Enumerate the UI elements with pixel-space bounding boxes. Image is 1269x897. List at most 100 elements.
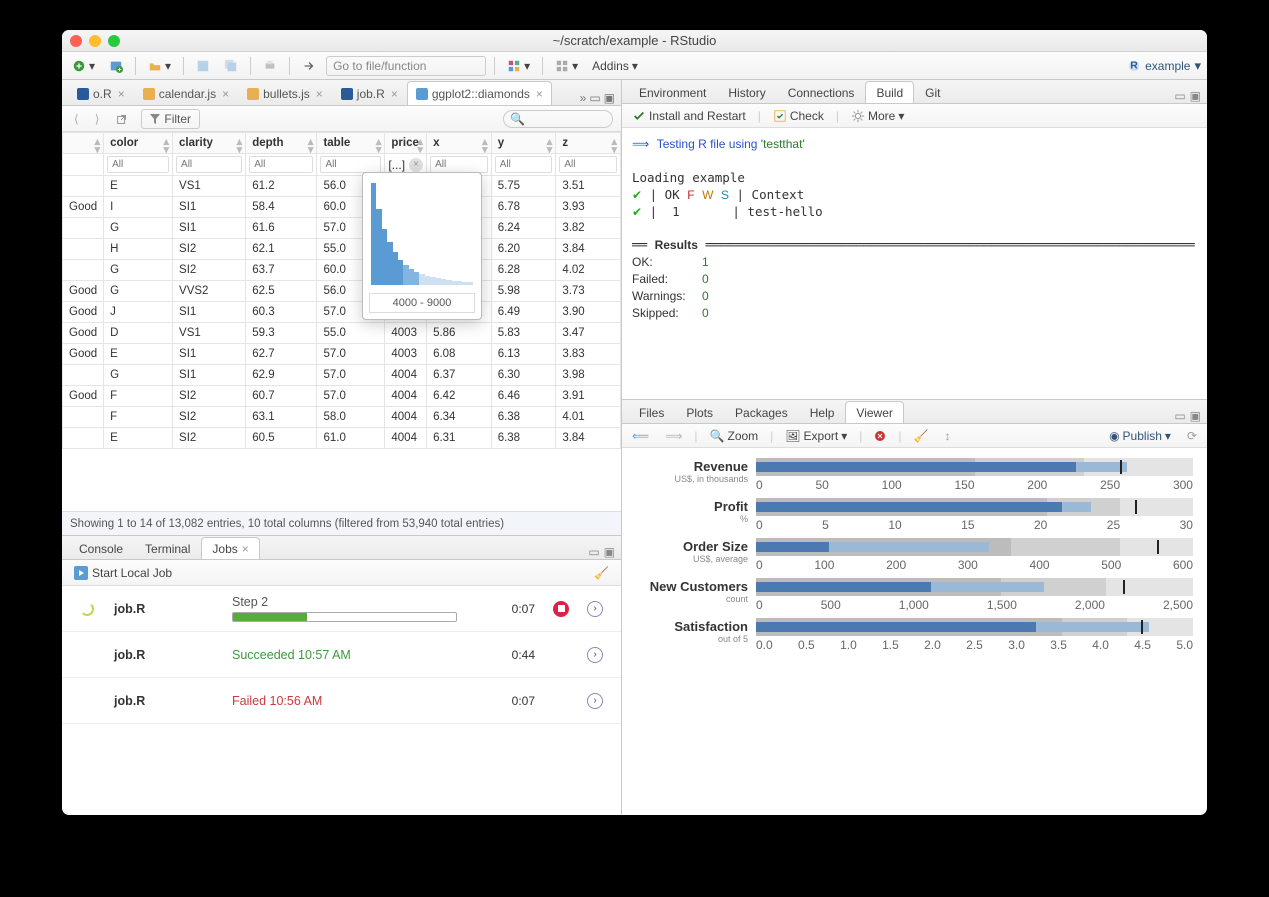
publish-button[interactable]: ◉ Publish ▾ xyxy=(1105,427,1175,445)
job-row[interactable]: job.RFailed 10:56 AM0:07› xyxy=(62,678,621,724)
sync-button[interactable]: ↕ xyxy=(940,427,954,445)
filter-button[interactable]: Filter xyxy=(141,109,200,129)
table-row[interactable]: GoodDVS159.355.040035.865.833.47 xyxy=(63,323,621,344)
table-row[interactable]: GSI162.957.040046.376.303.98 xyxy=(63,365,621,386)
table-row[interactable]: HSI262.155.06.203.84 xyxy=(63,239,621,260)
column-header[interactable]: z▴▾ xyxy=(556,133,621,154)
column-header[interactable]: clarity▴▾ xyxy=(173,133,246,154)
minimize-window-button[interactable] xyxy=(89,35,101,47)
close-icon[interactable]: × xyxy=(222,87,229,101)
tabs-overflow-button[interactable]: » xyxy=(580,91,587,105)
column-header[interactable]: x▴▾ xyxy=(427,133,492,154)
job-details-button[interactable]: › xyxy=(587,647,603,663)
table-row[interactable]: GoodGVVS262.556.05.983.73 xyxy=(63,281,621,302)
stop-job-button[interactable] xyxy=(553,601,569,617)
forward-button[interactable]: ⟩ xyxy=(91,110,104,128)
pane-tab[interactable]: Plots xyxy=(675,401,724,423)
editor-tab[interactable]: calendar.js× xyxy=(134,81,238,105)
open-file-button[interactable]: ▾ xyxy=(144,57,175,75)
back-button[interactable]: ⟸ xyxy=(628,427,653,445)
table-row[interactable]: GoodESI162.757.040036.086.133.83 xyxy=(63,344,621,365)
close-icon[interactable]: × xyxy=(391,87,398,101)
job-row[interactable]: job.RStep 20:07› xyxy=(62,586,621,632)
editor-tab[interactable]: job.R× xyxy=(332,81,407,105)
maximize-pane-button[interactable]: ▣ xyxy=(604,91,615,105)
table-row[interactable]: FSI263.158.040046.346.384.01 xyxy=(63,407,621,428)
remove-button[interactable] xyxy=(870,428,890,444)
panes-button[interactable]: ▾ xyxy=(551,57,582,75)
export-button[interactable]: 🖼 Export ▾ xyxy=(781,427,851,445)
job-details-button[interactable]: › xyxy=(587,693,603,709)
pane-tab[interactable]: Connections xyxy=(777,81,866,103)
minimize-pane-button[interactable]: ▭ xyxy=(1174,89,1185,103)
pane-tab[interactable]: Files xyxy=(628,401,675,423)
minimize-pane-button[interactable]: ▭ xyxy=(589,91,600,105)
close-icon[interactable]: × xyxy=(242,542,249,556)
price-filter-input[interactable]: [...]× xyxy=(388,158,423,172)
pane-tab[interactable]: Console xyxy=(68,537,134,559)
refresh-button[interactable]: ⟳ xyxy=(1183,427,1201,445)
pane-tab[interactable]: Help xyxy=(799,401,846,423)
table-row[interactable]: EVS161.256.05.753.51 xyxy=(63,176,621,197)
price-filter-popover[interactable]: 4000 - 9000 xyxy=(362,172,482,320)
column-filter-input[interactable] xyxy=(495,156,553,173)
minimize-pane-button[interactable]: ▭ xyxy=(1174,409,1185,423)
job-details-button[interactable]: › xyxy=(587,601,603,617)
column-header[interactable]: y▴▾ xyxy=(491,133,556,154)
more-button[interactable]: More ▾ xyxy=(847,107,908,125)
job-row[interactable]: job.RSucceeded 10:57 AM0:44› xyxy=(62,632,621,678)
table-row[interactable]: GSI161.657.06.243.82 xyxy=(63,218,621,239)
install-restart-button[interactable]: Install and Restart xyxy=(628,107,750,125)
table-row[interactable]: GoodFSI260.757.040046.426.463.91 xyxy=(63,386,621,407)
new-file-button[interactable]: ▾ xyxy=(68,57,99,75)
table-row[interactable]: GSI263.760.06.284.02 xyxy=(63,260,621,281)
close-icon[interactable]: × xyxy=(118,87,125,101)
column-header[interactable]: color▴▾ xyxy=(104,133,173,154)
pane-tab[interactable]: Packages xyxy=(724,401,799,423)
editor-tab[interactable]: o.R× xyxy=(68,81,134,105)
table-row[interactable]: ESI260.561.040046.316.383.84 xyxy=(63,428,621,449)
pane-tab[interactable]: Build xyxy=(865,81,914,103)
column-header[interactable]: table▴▾ xyxy=(317,133,385,154)
table-row[interactable]: GoodISI158.460.06.783.93 xyxy=(63,197,621,218)
column-header[interactable]: price▴▾ xyxy=(385,133,427,154)
addins-button[interactable]: Addins ▾ xyxy=(588,57,642,75)
column-filter-input[interactable] xyxy=(176,156,242,173)
data-grid[interactable]: ▴▾color▴▾clarity▴▾depth▴▾table▴▾price▴▾x… xyxy=(62,132,621,511)
new-project-button[interactable] xyxy=(105,57,127,75)
save-all-button[interactable] xyxy=(220,57,242,75)
pane-tab[interactable]: Jobs × xyxy=(201,537,259,559)
forward-button[interactable]: ⟹ xyxy=(661,427,686,445)
build-tools-button[interactable]: ▾ xyxy=(503,57,534,75)
close-icon[interactable]: × xyxy=(316,87,323,101)
back-button[interactable]: ⟨ xyxy=(70,110,83,128)
close-window-button[interactable] xyxy=(70,35,82,47)
pane-tab[interactable]: History xyxy=(717,81,776,103)
zoom-button[interactable]: 🔍 Zoom xyxy=(706,427,763,445)
start-job-button[interactable]: Start Local Job xyxy=(70,564,176,582)
clear-filter-button[interactable]: × xyxy=(409,158,423,172)
maximize-pane-button[interactable]: ▣ xyxy=(604,545,615,559)
project-menu[interactable]: R example ▾ xyxy=(1127,58,1201,74)
column-filter-input[interactable] xyxy=(249,156,313,173)
pane-tab[interactable]: Environment xyxy=(628,81,717,103)
editor-tab[interactable]: ggplot2::diamonds× xyxy=(407,81,552,105)
minimize-pane-button[interactable]: ▭ xyxy=(588,545,599,559)
column-filter-input[interactable] xyxy=(320,156,381,173)
search-input[interactable]: 🔍 xyxy=(503,110,613,128)
column-filter-input[interactable] xyxy=(430,156,488,173)
table-row[interactable]: GoodJSI160.357.040026.446.493.90 xyxy=(63,302,621,323)
zoom-window-button[interactable] xyxy=(108,35,120,47)
maximize-pane-button[interactable]: ▣ xyxy=(1190,409,1201,423)
clear-button[interactable]: 🧹 xyxy=(910,427,933,445)
popout-button[interactable] xyxy=(111,110,133,128)
goto-file-input[interactable]: Go to file/function xyxy=(326,56,486,76)
column-header[interactable]: depth▴▾ xyxy=(246,133,317,154)
print-button[interactable] xyxy=(259,57,281,75)
column-filter-input[interactable] xyxy=(107,156,169,173)
editor-tab[interactable]: bullets.js× xyxy=(238,81,332,105)
column-filter-input[interactable] xyxy=(559,156,617,173)
close-icon[interactable]: × xyxy=(536,87,543,101)
save-button[interactable] xyxy=(192,57,214,75)
clear-jobs-button[interactable]: 🧹 xyxy=(590,564,613,582)
